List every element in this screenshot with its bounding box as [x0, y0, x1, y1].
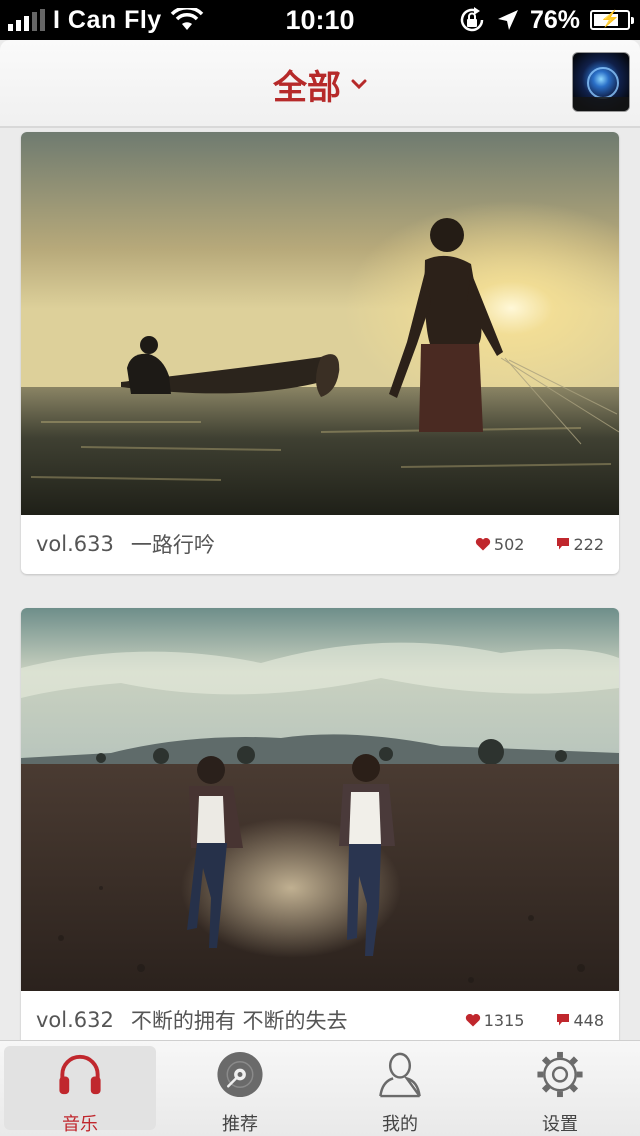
comment-icon: [557, 1014, 570, 1026]
tab-bar: 音乐 推荐 我的 设置: [0, 1040, 640, 1136]
heart-icon: [465, 1013, 480, 1027]
comment-button[interactable]: 222: [556, 535, 604, 554]
charging-bolt-icon: ⚡: [600, 11, 620, 28]
disc-icon: [217, 1051, 263, 1098]
status-bar: I Can Fly 10:10 76% ⚡: [0, 0, 640, 40]
tab-recommend[interactable]: 推荐: [160, 1041, 320, 1136]
tab-music[interactable]: 音乐: [0, 1041, 160, 1136]
tab-label: 我的: [382, 1114, 418, 1135]
feed-list[interactable]: vol.633 一路行吟 502 222 vol.632 不断的拥有 不断的失去…: [0, 130, 640, 1040]
page-title: 全部: [273, 67, 341, 108]
comment-count: 448: [573, 1010, 604, 1030]
nav-bar: 全部: [0, 40, 640, 128]
person-icon: [379, 1052, 421, 1098]
heart-icon: [475, 537, 491, 551]
status-right: 76% ⚡: [458, 4, 634, 36]
card-vol: vol.632: [36, 1008, 114, 1032]
tab-label: 推荐: [222, 1114, 258, 1135]
card-title: 一路行吟: [130, 533, 215, 557]
tab-settings[interactable]: 设置: [480, 1041, 640, 1136]
card-info: vol.633 一路行吟 502 222: [21, 515, 619, 573]
card-info: vol.632 不断的拥有 不断的失去 1315 448: [21, 991, 619, 1040]
tab-mine[interactable]: 我的: [320, 1041, 480, 1136]
tab-label: 音乐: [62, 1114, 98, 1135]
location-icon: [497, 10, 518, 30]
card-title: 不断的拥有 不断的失去: [130, 1009, 348, 1033]
category-selector[interactable]: 全部: [0, 40, 640, 128]
like-button[interactable]: 1315: [465, 1010, 525, 1030]
comment-icon: [557, 538, 570, 550]
card-photo: [21, 132, 619, 515]
like-button[interactable]: 502: [475, 534, 525, 554]
comment-button[interactable]: 448: [556, 1011, 604, 1030]
feed-card[interactable]: vol.632 不断的拥有 不断的失去 1315 448: [21, 608, 619, 1040]
chevron-down-icon: [351, 79, 367, 90]
feed-card[interactable]: vol.633 一路行吟 502 222: [21, 132, 619, 574]
tab-label: 设置: [542, 1114, 578, 1135]
battery-icon: ⚡: [590, 10, 634, 30]
now-playing-thumbnail[interactable]: [572, 52, 630, 112]
like-count: 1315: [483, 1010, 525, 1030]
card-stats: 502 222: [475, 535, 604, 554]
battery-percent: 76%: [529, 5, 580, 34]
like-count: 502: [493, 534, 525, 554]
card-vol: vol.633: [36, 532, 114, 556]
headphones-icon: [59, 1054, 101, 1095]
rotation-lock-icon: [460, 7, 484, 32]
comment-count: 222: [573, 534, 604, 554]
gear-icon: [537, 1051, 583, 1098]
card-stats: 1315 448: [465, 1011, 604, 1030]
card-photo: [21, 608, 619, 991]
